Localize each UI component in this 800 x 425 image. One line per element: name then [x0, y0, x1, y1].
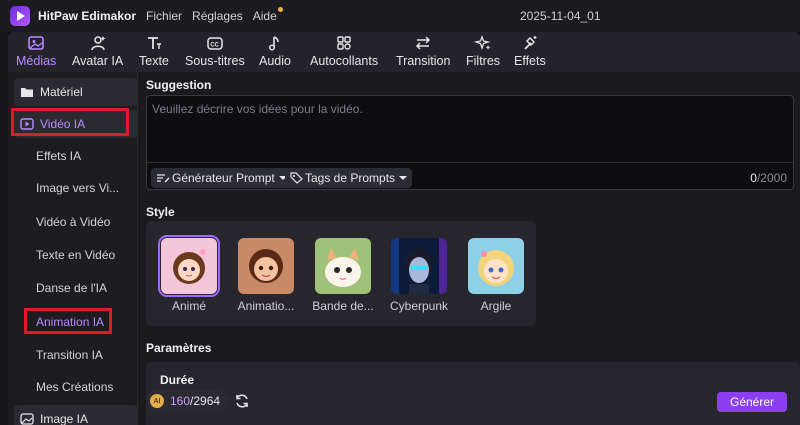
prompt-generator-label: Générateur Prompt [172, 171, 275, 185]
style-label-cyberpunk: Cyberpunk [389, 299, 449, 313]
project-title: 2025-11-04_01 [520, 9, 601, 23]
style-label-bande-dessinee: Bande de... [312, 299, 374, 313]
app-name: HitPaw Edimakor [38, 9, 137, 23]
parameters-title: Paramètres [146, 341, 212, 355]
sidebar-item-video-a-video[interactable]: Vidéo à Vidéo [36, 215, 110, 229]
subtitles-icon: CC [207, 37, 223, 50]
style-label-anime: Animé [171, 299, 206, 313]
menu-aide-label: Aide [252, 9, 277, 23]
app-logo-icon [10, 6, 30, 26]
bottom-bar: AI 160/2964 Générer [138, 387, 800, 425]
credits-total: /2964 [190, 394, 221, 408]
avatar-icon [90, 36, 106, 51]
main-panel: Suggestion Veuillez décrire vos idées po… [138, 72, 800, 425]
tab-audio-label: Audio [259, 54, 291, 68]
credits-badge: AI 160/2964 [146, 390, 229, 412]
sidebar-item-transition-ia[interactable]: Transition IA [36, 348, 103, 362]
style-thumbnail-bande-dessinee [315, 238, 371, 294]
style-card-cyberpunk[interactable] [391, 238, 447, 294]
coin-icon: AI [150, 394, 164, 408]
sidebar-item-danse-ia[interactable]: Danse de l'IA [36, 281, 107, 295]
style-label-animation: Animatio... [237, 299, 295, 313]
tab-avatar-label: Avatar IA [72, 54, 124, 68]
tab-sous-titres-label: Sous-titres [185, 54, 245, 68]
tab-autocollants-label: Autocollants [310, 54, 379, 68]
refresh-icon[interactable] [234, 393, 250, 409]
sidebar-item-mes-creations[interactable]: Mes Créations [36, 380, 113, 394]
effects-icon [524, 36, 537, 50]
tab-medias[interactable]: Médias [16, 32, 56, 72]
highlight-box-video-ia [11, 108, 129, 136]
title-bar: HitPaw Edimakor Fichier Réglages Aide 20… [0, 0, 800, 32]
stickers-icon [337, 36, 351, 50]
chevron-down-icon [399, 176, 408, 180]
prompt-footer: Générateur Prompt Tags de Prompts 0/2000 [147, 162, 793, 190]
sidebar-item-image-ia-label: Image IA [40, 412, 89, 425]
music-note-icon [268, 36, 279, 51]
sidebar-item-materiel[interactable]: Matériel [14, 78, 137, 106]
sidebar-item-effets-ia[interactable]: Effets IA [36, 149, 81, 163]
tab-texte-label: Texte [139, 54, 169, 68]
folder-icon [21, 88, 33, 97]
style-thumbnail-argile [468, 238, 524, 294]
prompt-tags-label: Tags de Prompts [305, 171, 396, 185]
tab-effets-label: Effets [514, 54, 546, 68]
style-panel: Animé Animatio... Bande de... Cyberpunk … [146, 221, 536, 326]
main-toolbar: Médias Avatar IA Texte CC Sous-titres Au… [8, 32, 800, 72]
notification-dot [277, 7, 283, 12]
style-card-argile[interactable] [468, 238, 524, 294]
style-card-bande-dessinee[interactable] [315, 238, 371, 294]
char-count-max: /2000 [756, 171, 787, 185]
tab-autocollants[interactable]: Autocollants [310, 32, 378, 72]
sidebar-item-materiel-label: Matériel [40, 85, 83, 99]
tag-icon [290, 172, 303, 184]
text-icon [147, 37, 161, 49]
image-icon [20, 413, 34, 425]
tab-avatar-ia[interactable]: Avatar IA [72, 32, 123, 72]
style-label-argile: Argile [480, 299, 512, 313]
sidebar-item-image-ia[interactable]: Image IA [14, 405, 137, 425]
menu-reglages[interactable]: Réglages [192, 9, 243, 23]
tab-audio[interactable]: Audio [259, 32, 291, 72]
credits-used: 160 [170, 394, 191, 408]
prompt-textarea[interactable]: Veuillez décrire vos idées pour la vidéo… [146, 95, 794, 190]
prompt-tags-button[interactable]: Tags de Prompts [285, 168, 413, 188]
prompt-generator-button[interactable]: Générateur Prompt [151, 168, 292, 188]
char-counter: 0/2000 [750, 171, 787, 185]
generate-button[interactable]: Générer [717, 392, 787, 412]
sidebar-item-image-vers-video[interactable]: Image vers Vi... [36, 181, 119, 195]
filters-icon [474, 35, 491, 51]
style-thumbnail-anime [161, 238, 217, 294]
style-thumbnail-cyberpunk [391, 238, 447, 294]
duration-label: Durée [160, 373, 195, 387]
style-card-animation[interactable] [238, 238, 294, 294]
transition-icon [416, 36, 431, 50]
menu-aide[interactable]: Aide [252, 7, 283, 23]
tab-texte[interactable]: Texte [139, 32, 169, 72]
tab-transition[interactable]: Transition [396, 32, 450, 72]
tab-sous-titres[interactable]: CC Sous-titres [185, 32, 245, 72]
style-card-anime[interactable] [158, 235, 220, 297]
tab-filtres-label: Filtres [466, 54, 501, 68]
sidebar: Matériel Vidéo IA Effets IA Image vers V… [8, 72, 138, 425]
style-thumbnail-animation [238, 238, 294, 294]
suggestion-title: Suggestion [146, 78, 212, 92]
media-icon [28, 36, 44, 50]
prompt-placeholder: Veuillez décrire vos idées pour la vidéo… [152, 102, 363, 116]
tab-effets[interactable]: Effets [514, 32, 546, 72]
char-count-current: 0 [750, 171, 757, 185]
svg-text:CC: CC [210, 43, 219, 49]
sidebar-item-texte-en-video[interactable]: Texte en Vidéo [36, 248, 115, 262]
tab-transition-label: Transition [396, 54, 451, 68]
menu-fichier[interactable]: Fichier [146, 9, 182, 23]
wand-list-icon [157, 174, 170, 183]
highlight-box-animation-ia [24, 308, 112, 334]
tab-filtres[interactable]: Filtres [466, 32, 500, 72]
tab-medias-label: Médias [16, 54, 57, 68]
style-title: Style [146, 205, 175, 219]
